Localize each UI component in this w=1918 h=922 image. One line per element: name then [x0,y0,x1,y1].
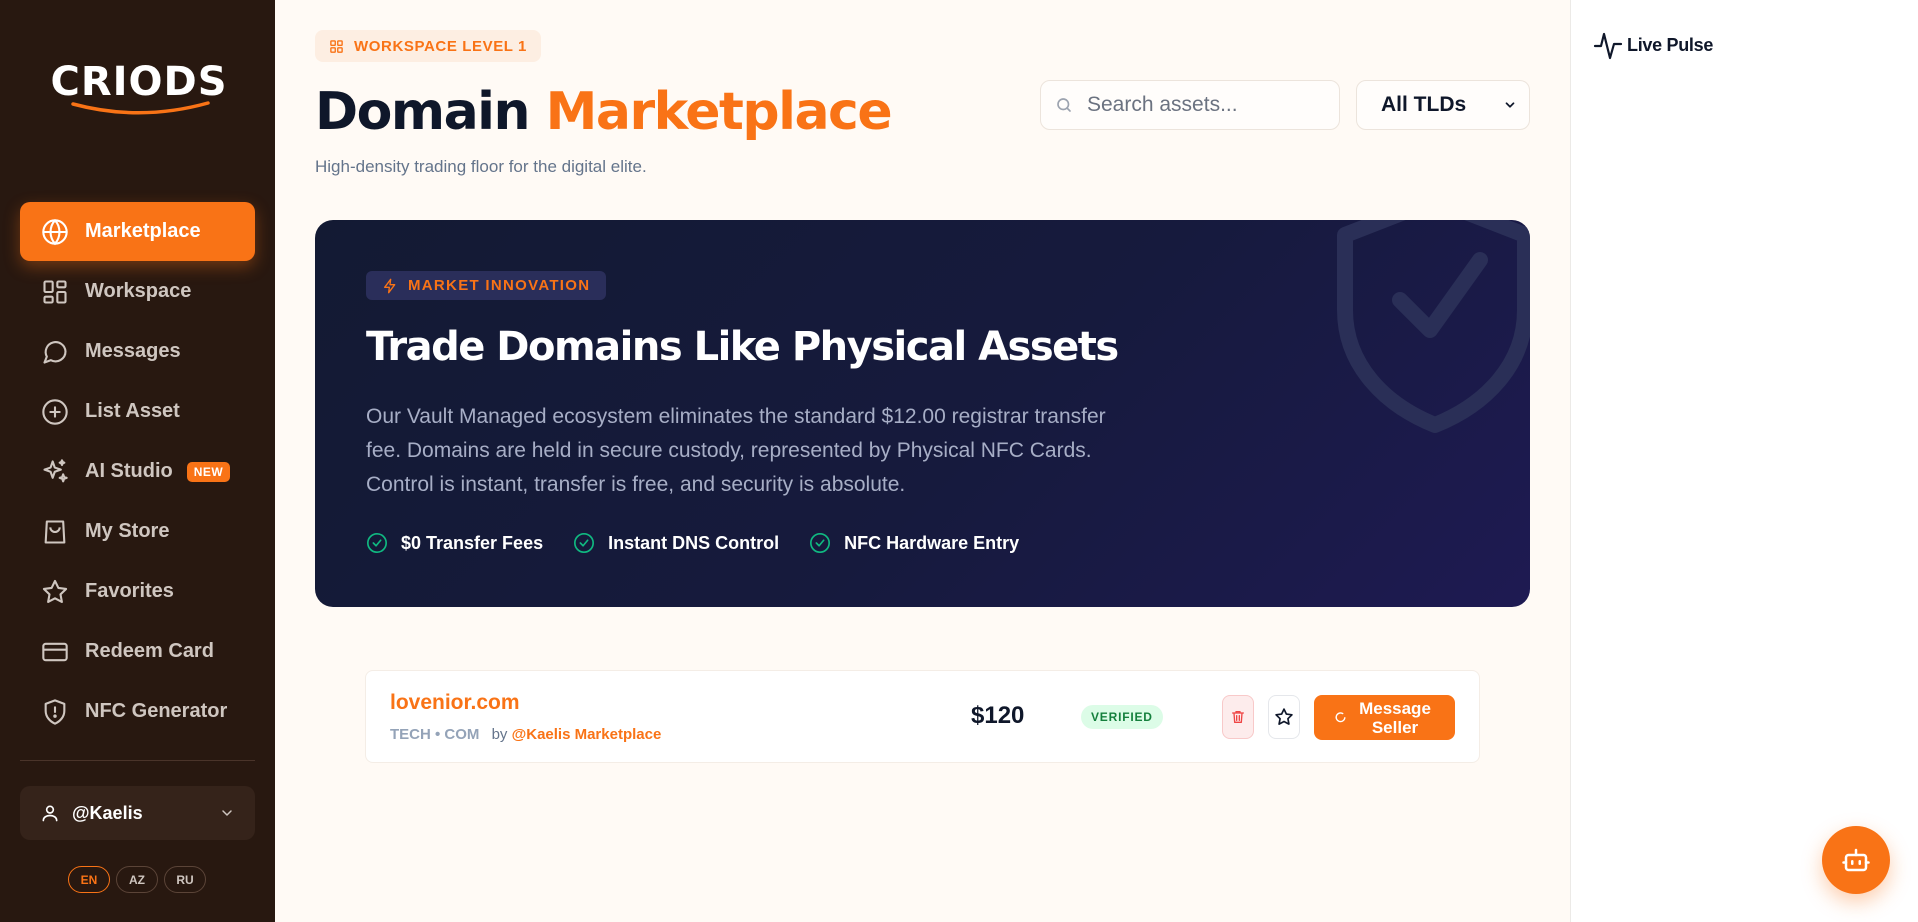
favorite-button[interactable] [1268,695,1300,739]
listing-row[interactable]: lovenior.com TECH • COM by @Kaelis Marke… [365,670,1480,763]
hero-features: $0 Transfer Fees Instant DNS Control NFC… [366,532,1019,554]
sidebar-item-label: AI Studio [85,460,173,482]
sidebar-item-label: Favorites [85,580,174,602]
feature-label: NFC Hardware Entry [844,532,1020,553]
message-seller-label: Message Seller [1359,698,1431,737]
feature-label: $0 Transfer Fees [401,532,544,553]
chevron-down-icon [222,810,232,816]
listing-meta: TECH • COM by @Kaelis Marketplace [390,726,661,743]
tld-filter-value: All TLDs [1381,93,1467,116]
sidebar-item-label: Workspace [85,280,192,302]
check-circle-icon [367,533,387,553]
feature-item: Instant DNS Control [573,532,779,554]
language-switcher: EN AZ RU [68,866,206,893]
user-menu[interactable]: @Kaelis [20,786,255,840]
sidebar: CRIODS Marketplace Workspace Messages Li… [0,0,275,922]
hero-description: Our Vault Managed ecosystem eliminates t… [366,405,1106,496]
listing-domain[interactable]: lovenior.com [390,691,520,715]
brand-logo[interactable]: CRIODS [48,60,230,120]
lang-ru-button[interactable]: RU [164,866,206,893]
message-icon [1335,712,1346,723]
globe-icon [40,217,70,247]
live-pulse-panel: Live Pulse [1570,0,1918,922]
listing-price: $120 [971,702,1025,729]
check-circle-icon [574,533,595,553]
feature-item: NFC Hardware Entry [809,532,1019,554]
logo-text: CRIODS [50,59,228,105]
sidebar-item-favorites[interactable]: Favorites [20,562,255,621]
listing-by-label: by [491,726,508,743]
lightning-icon [384,278,396,293]
search-box[interactable] [1040,80,1340,130]
sidebar-item-label: List Asset [85,400,180,422]
workspace-level-pill: WORKSPACE LEVEL 1 [315,30,542,62]
sidebar-item-list-asset[interactable]: List Asset [20,382,255,441]
verified-badge: VERIFIED [1081,705,1163,729]
sidebar-item-nfc-generator[interactable]: NFC Generator [20,682,255,741]
page-title: Domain Marketplace [315,80,893,144]
grid-icon [330,39,343,53]
sidebar-nav: Marketplace Workspace Messages List Asse… [20,202,255,742]
workspace-level-label: WORKSPACE LEVEL 1 [354,37,528,55]
delete-listing-button[interactable] [1222,695,1254,739]
live-pulse-header: Live Pulse [1593,30,1713,60]
credit-card-icon [40,637,70,667]
sparkles-icon [40,457,70,487]
sidebar-item-messages[interactable]: Messages [20,322,255,381]
user-handle: @Kaelis [72,802,143,823]
hero-tag-label: MARKET INNOVATION [408,277,591,294]
sidebar-item-label: My Store [85,520,170,542]
logo-swoosh-icon [71,101,210,115]
search-input[interactable] [1087,93,1327,117]
sidebar-item-label: Redeem Card [85,640,214,662]
page-title-accent: Marketplace [545,82,893,142]
sidebar-item-label: NFC Generator [85,700,228,722]
grid-icon [40,277,70,307]
trash-icon [1232,711,1244,723]
ai-assistant-button[interactable] [1822,826,1890,894]
lang-en-button[interactable]: EN [68,866,110,893]
star-icon [1275,708,1293,725]
sidebar-item-label: Marketplace [85,220,201,242]
shopping-bag-icon [40,517,70,547]
hero-title: Trade Domains Like Physical Assets [366,324,1119,370]
user-icon [42,805,58,822]
search-icon [1057,98,1071,112]
shield-icon [40,697,70,727]
message-seller-button[interactable]: Message Seller [1314,695,1455,740]
sidebar-item-workspace[interactable]: Workspace [20,262,255,321]
sidebar-item-marketplace[interactable]: Marketplace [20,202,255,261]
market-innovation-tag: MARKET INNOVATION [366,271,607,300]
page-subtitle: High-density trading floor for the digit… [315,157,647,176]
plus-circle-icon [40,397,70,427]
page-title-main: Domain [315,82,531,142]
sidebar-item-my-store[interactable]: My Store [20,502,255,561]
new-badge: NEW [186,461,231,482]
bot-icon [1842,848,1870,872]
sidebar-item-ai-studio[interactable]: AI Studio NEW [20,442,255,501]
hero-banner: MARKET INNOVATION Trade Domains Like Phy… [315,220,1530,607]
activity-icon [1593,32,1623,60]
shield-check-icon [1337,220,1530,433]
star-icon [40,577,70,607]
feature-label: Instant DNS Control [608,532,780,553]
chevron-down-icon [1505,102,1515,108]
check-circle-icon [810,533,831,553]
message-icon [40,337,70,367]
listing-category: TECH • COM [390,726,480,743]
sidebar-item-redeem-card[interactable]: Redeem Card [20,622,255,681]
lang-az-button[interactable]: AZ [116,866,158,893]
sidebar-divider [20,760,255,761]
feature-item: $0 Transfer Fees [366,532,543,554]
live-pulse-title: Live Pulse [1627,34,1714,55]
listing-seller-link[interactable]: @Kaelis Marketplace [512,726,662,743]
sidebar-item-label: Messages [85,340,181,362]
tld-filter-select[interactable]: All TLDs [1356,80,1530,130]
